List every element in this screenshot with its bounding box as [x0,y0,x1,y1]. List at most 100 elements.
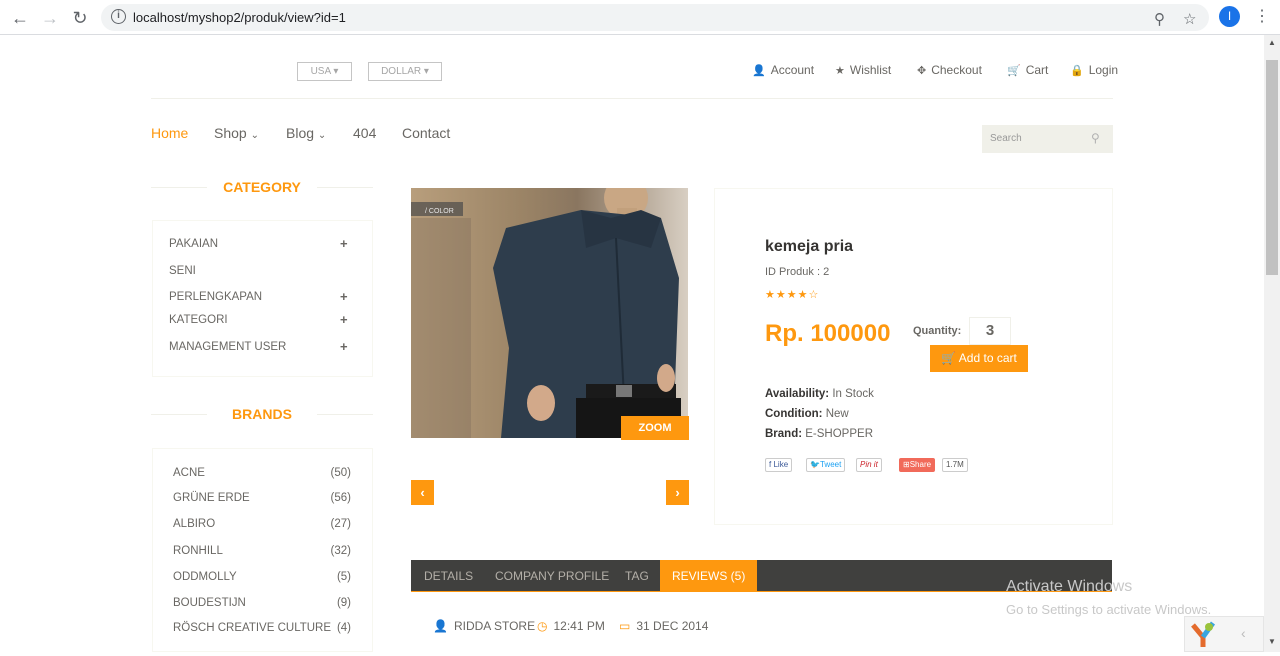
rating-stars-icon: ★★★★☆ [765,289,820,301]
review-time: ◷ 12:41 PM [537,619,605,633]
login-link[interactable]: 🔒 Login [1070,63,1118,77]
checkout-label: Checkout [931,63,982,77]
caret-down-icon: ▾ [333,66,339,77]
pinterest-button[interactable]: Pin it [856,458,882,472]
nav-shop[interactable]: Shop ⌄ [214,125,259,141]
plus-icon[interactable]: + [340,312,348,327]
scroll-up-icon[interactable]: ▲ [1268,38,1276,47]
back-icon[interactable]: ← [8,6,32,30]
profile-avatar[interactable]: I [1219,6,1240,27]
reload-icon[interactable]: ↻ [68,6,92,30]
account-label: Account [770,63,815,77]
carousel-next-button[interactable]: › [666,480,689,505]
product-id: ID Produk : 2 [765,266,830,278]
country-label: USA [310,66,331,77]
brand-item[interactable]: RONHILL [173,545,223,557]
yii-logo-icon [1191,621,1216,647]
login-label: Login [1088,63,1119,77]
star-icon: ★ [835,65,845,77]
address-bar[interactable]: i localhost/myshop2/produk/view?id=1 ⚲ ☆ [101,4,1209,31]
tab-company-profile[interactable]: COMPANY PROFILE [495,560,609,592]
carousel-prev-button[interactable]: ‹ [411,480,434,505]
tab-reviews[interactable]: REVIEWS (5) [660,560,758,592]
review-time-value: 12:41 PM [553,619,605,633]
brands-title-line-right [317,414,373,415]
search-icon[interactable]: ⚲ [1091,131,1100,145]
twitter-icon: 🐦 [810,460,820,469]
calendar-icon: ▭ [619,619,631,633]
currency-dropdown[interactable]: DOLLAR ▾ [368,62,442,81]
facebook-like-button[interactable]: f Like [765,458,793,472]
forward-icon[interactable]: → [38,6,62,30]
tweet-button[interactable]: 🐦Tweet [806,458,846,472]
currency-label: DOLLAR [381,66,422,77]
add-to-cart-button[interactable]: 🛒 Add to cart [930,345,1028,372]
image-caption: / COLOR [425,208,454,215]
share-count: 1.7M [942,458,968,472]
review-date: ▭ 31 DEC 2014 [619,619,708,633]
category-title: CATEGORY [223,179,301,195]
category-item-pakaian[interactable]: PAKAIAN [169,238,218,250]
browser-menu-icon[interactable]: ⋮ [1254,6,1270,26]
brand-item[interactable]: ACNE [173,467,205,479]
category-title-line-left [151,187,207,188]
plus-icon: ⊞ [903,460,910,469]
chevron-down-icon: ⌄ [250,130,259,141]
quantity-input[interactable]: 3 [969,317,1011,345]
nav-contact[interactable]: Contact [402,125,450,141]
activation-watermark-title: Activate Windows [1006,578,1133,595]
tab-details[interactable]: DETAILS [424,560,473,592]
product-image[interactable]: / COLOR [411,188,688,438]
brand-row: Brand: E-SHOPPER [765,428,873,440]
address-url[interactable]: localhost/myshop2/produk/view?id=1 [133,10,346,25]
category-item-management-user[interactable]: MANAGEMENT USER [169,341,286,353]
brand-item[interactable]: ODDMOLLY [173,571,237,583]
review-date-value: 31 DEC 2014 [636,619,709,633]
crosshairs-icon: ✥ [917,65,927,77]
product-name: kemeja pria [765,238,854,255]
availability-row: Availability: In Stock [765,388,874,400]
category-item-kategori[interactable]: KATEGORI [169,314,228,326]
plus-icon[interactable]: + [340,339,348,354]
nav-404[interactable]: 404 [353,125,376,141]
chevron-left-icon: ‹ [420,485,425,500]
search-input[interactable]: Search ⚲ [982,125,1113,153]
site-info-icon[interactable]: i [111,9,126,24]
country-dropdown[interactable]: USA ▾ [297,62,352,81]
wishlist-link[interactable]: ★ Wishlist [835,63,891,77]
scroll-down-icon[interactable]: ▼ [1268,637,1276,646]
plus-icon[interactable]: + [340,236,348,251]
product-price: Rp. 100000 [765,320,891,347]
category-item-perlengkapan[interactable]: PERLENGKAPAN [169,291,262,303]
category-item-seni[interactable]: SENI [169,265,196,277]
zoom-icon[interactable]: ⚲ [1154,10,1165,28]
checkout-link[interactable]: ✥ Checkout [917,63,982,77]
brand-count: (5) [336,571,351,583]
brand-count: (56) [330,492,351,504]
brand-item[interactable]: GRÜNE ERDE [173,492,250,504]
nav-blog[interactable]: Blog ⌄ [286,125,326,141]
brands-title: BRANDS [232,406,292,422]
chevron-right-icon: › [675,485,680,500]
plus-icon[interactable]: + [340,289,348,304]
brand-item[interactable]: BOUDESTIJN [173,597,246,609]
brand-item[interactable]: ALBIRO [173,518,215,530]
scroll-thumb[interactable] [1266,60,1278,275]
chevron-left-icon[interactable]: ‹ [1241,625,1246,641]
category-title-line-right [317,187,373,188]
bookmark-star-icon[interactable]: ☆ [1183,10,1196,28]
account-link[interactable]: 👤 Account [752,63,814,77]
zoom-button[interactable]: ZOOM [621,416,689,440]
brand-item[interactable]: RÖSCH CREATIVE CULTURE [173,622,331,634]
brand-label: Brand: [765,428,803,440]
debug-toolbar-widget[interactable]: ‹ [1184,616,1264,652]
page-scrollbar[interactable]: ▲ ▼ [1264,35,1280,652]
cart-link[interactable]: 🛒 Cart [1007,63,1048,77]
activation-watermark-subtitle: Go to Settings to activate Windows. [1006,602,1212,617]
nav-home[interactable]: Home [151,125,188,141]
search-placeholder: Search [990,133,1022,144]
review-author-name: RIDDA STORE [453,619,536,633]
share-button[interactable]: ⊞Share [899,458,936,472]
tab-tag[interactable]: TAG [625,560,649,592]
brand-value: E-SHOPPER [805,428,874,440]
